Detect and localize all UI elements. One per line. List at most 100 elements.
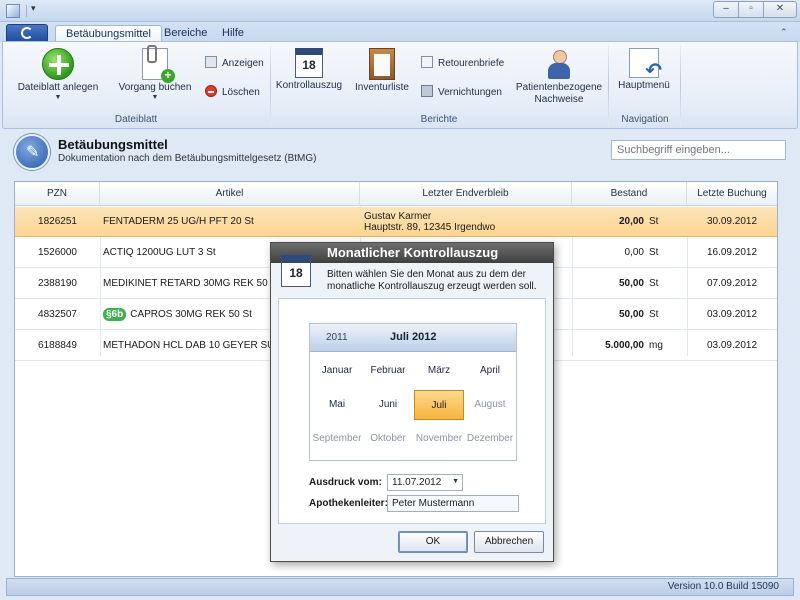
cell-pzn: 6188849: [38, 340, 77, 351]
paragraph-6b-badge: §6b: [103, 308, 127, 321]
anzeigen-button[interactable]: Anzeigen: [205, 56, 264, 74]
table-header: PZN Artikel Letzter Endverbleib Bestand …: [15, 182, 777, 206]
cancel-button[interactable]: Abbrechen: [474, 531, 544, 553]
month-april[interactable]: April: [465, 356, 515, 386]
page-header: Betäubungsmittel Dokumentation nach dem …: [6, 131, 794, 171]
cell-einheit: St: [649, 278, 659, 289]
letter-icon: [421, 56, 433, 68]
month-juli[interactable]: Juli: [414, 390, 464, 420]
dropdown-arrow-icon: ▼: [54, 94, 62, 101]
dropdown-arrow-icon: ▼: [151, 94, 159, 101]
window-titlebar: ▾ ‒ ▫ ✕: [0, 0, 800, 22]
month-september[interactable]: September: [312, 424, 362, 454]
cell-letzte-buchung: 30.09.2012: [706, 216, 758, 227]
close-window-button[interactable]: ✕: [763, 1, 797, 18]
cell-einheit: St: [649, 309, 659, 320]
patient-icon: [543, 48, 575, 80]
group-label-navigation: Navigation: [621, 114, 669, 125]
cell-letzte-buchung: 03.09.2012: [706, 309, 758, 320]
column-header-letzte-buchung[interactable]: Letzte Buchung: [687, 182, 777, 206]
cell-pzn: 1526000: [38, 247, 77, 258]
column-header-artikel[interactable]: Artikel: [100, 182, 360, 206]
cell-einheit: mg: [649, 340, 663, 351]
ribbon-collapse-icon[interactable]: ⌃: [780, 27, 788, 38]
month-picker: 2011 Juli 2012 Januar Februar März April…: [309, 323, 517, 461]
back-to-menu-icon: [629, 48, 662, 83]
cell-bestand: 50,00: [618, 309, 644, 320]
ausdruck-label: Ausdruck vom:: [309, 477, 382, 488]
inventurliste-button[interactable]: Inventurliste: [349, 44, 415, 94]
month-januar[interactable]: Januar: [312, 356, 362, 386]
patientenbezogene-nachweise-button[interactable]: Patientenbezogene Nachweise: [515, 44, 603, 106]
cell-bestand: 50,00: [618, 278, 644, 289]
vorgang-buchen-button[interactable]: Vorgang buchen ▼: [111, 44, 199, 101]
cell-artikel: FENTADERM 25 UG/H PFT 20 St: [103, 216, 254, 227]
delete-icon: [205, 85, 217, 97]
cell-bestand: 0,00: [624, 247, 644, 258]
cell-einheit: St: [649, 247, 659, 258]
tab-bereiche[interactable]: Bereiche: [154, 25, 217, 42]
clipboard-icon: [369, 48, 395, 80]
view-icon: [205, 56, 217, 68]
table-row[interactable]: 1826251 FENTADERM 25 UG/H PFT 20 St Gust…: [15, 207, 777, 237]
calendar-icon: 18: [281, 255, 311, 287]
cell-letzte-buchung: 16.09.2012: [706, 247, 758, 258]
cell-pzn: 4832507: [38, 309, 77, 320]
apothekenleiter-field[interactable]: Peter Mustermann: [387, 495, 519, 512]
previous-year-button[interactable]: 2011: [326, 332, 348, 343]
retourenbriefe-button[interactable]: Retourenbriefe: [421, 56, 504, 74]
application-icon[interactable]: [6, 4, 20, 18]
add-icon: [42, 48, 74, 80]
month-mai[interactable]: Mai: [312, 390, 362, 420]
kontrollauszug-button[interactable]: 18 Kontrollauszug: [275, 44, 343, 92]
tab-hilfe[interactable]: Hilfe: [212, 25, 254, 42]
ribbon-group-separator: [680, 45, 681, 127]
loeschen-button[interactable]: Löschen: [205, 85, 260, 103]
month-august[interactable]: August: [465, 390, 515, 420]
column-header-bestand[interactable]: Bestand: [572, 182, 687, 206]
column-header-pzn[interactable]: PZN: [15, 182, 100, 206]
cell-bestand: 5.000,00: [605, 340, 644, 351]
cell-endverbleib: Gustav Karmer Hauptstr. 89, 12345 Irgend…: [364, 207, 569, 237]
trash-icon: [421, 85, 433, 97]
maximize-button[interactable]: ▫: [738, 1, 764, 18]
quick-access-separator: [26, 5, 27, 17]
tab-betaeubungsmittel[interactable]: Betäubungsmittel: [55, 25, 162, 42]
hauptmenu-button[interactable]: Hauptmenü: [613, 44, 675, 92]
application-menu-button[interactable]: [6, 24, 48, 42]
group-label-dateiblatt: Dateiblatt: [114, 114, 158, 125]
ribbon-panel: Dateiblatt anlegen ▼ Vorgang buchen ▼ An…: [2, 41, 798, 129]
search-input[interactable]: [611, 140, 786, 160]
cell-einheit: St: [649, 216, 659, 227]
cell-pzn: 2388190: [38, 278, 77, 289]
app-menu-icon: [21, 27, 33, 39]
endverbleib-address: Hauptstr. 89, 12345 Irgendwo: [364, 222, 496, 233]
cell-pzn: 1826251: [38, 216, 77, 227]
status-bar: Version 10.0 Build 15090: [6, 578, 794, 596]
page-title: Betäubungsmittel: [58, 137, 168, 152]
calendar-icon: 18: [295, 48, 323, 78]
narcotics-module-icon: [14, 134, 50, 170]
current-month-label[interactable]: Juli 2012: [390, 331, 436, 343]
endverbleib-name: Gustav Karmer: [364, 211, 432, 222]
group-label-berichte: Berichte: [420, 114, 458, 125]
vernichtungen-button[interactable]: Vernichtungen: [421, 85, 502, 103]
dateiblatt-anlegen-button[interactable]: Dateiblatt anlegen ▼: [13, 44, 103, 101]
month-oktober[interactable]: Oktober: [363, 424, 413, 454]
month-picker-header: 2011 Juli 2012: [310, 324, 516, 352]
ausdruck-date-dropdown[interactable]: 11.07.2012 ▼: [387, 474, 463, 491]
column-header-endverbleib[interactable]: Letzter Endverbleib: [360, 182, 572, 206]
month-dezember[interactable]: Dezember: [465, 424, 515, 454]
quick-access-dropdown-icon[interactable]: ▾: [31, 3, 36, 14]
ribbon-tabs: Betäubungsmittel Bereiche Hilfe ⌃: [0, 22, 800, 42]
apothekenleiter-label: Apothekenleiter:: [309, 498, 388, 509]
page-subtitle: Dokumentation nach dem Betäubungsmittelg…: [58, 153, 317, 164]
month-november[interactable]: November: [414, 424, 464, 454]
month-maerz[interactable]: März: [414, 356, 464, 386]
ok-button[interactable]: OK: [398, 531, 468, 553]
minimize-button[interactable]: ‒: [713, 1, 739, 18]
monthly-report-dialog: Monatlicher Kontrollauszug 18 Bitten wäh…: [270, 242, 554, 562]
month-juni[interactable]: Juni: [363, 390, 413, 420]
month-februar[interactable]: Februar: [363, 356, 413, 386]
dialog-title[interactable]: Monatlicher Kontrollauszug: [271, 243, 553, 263]
